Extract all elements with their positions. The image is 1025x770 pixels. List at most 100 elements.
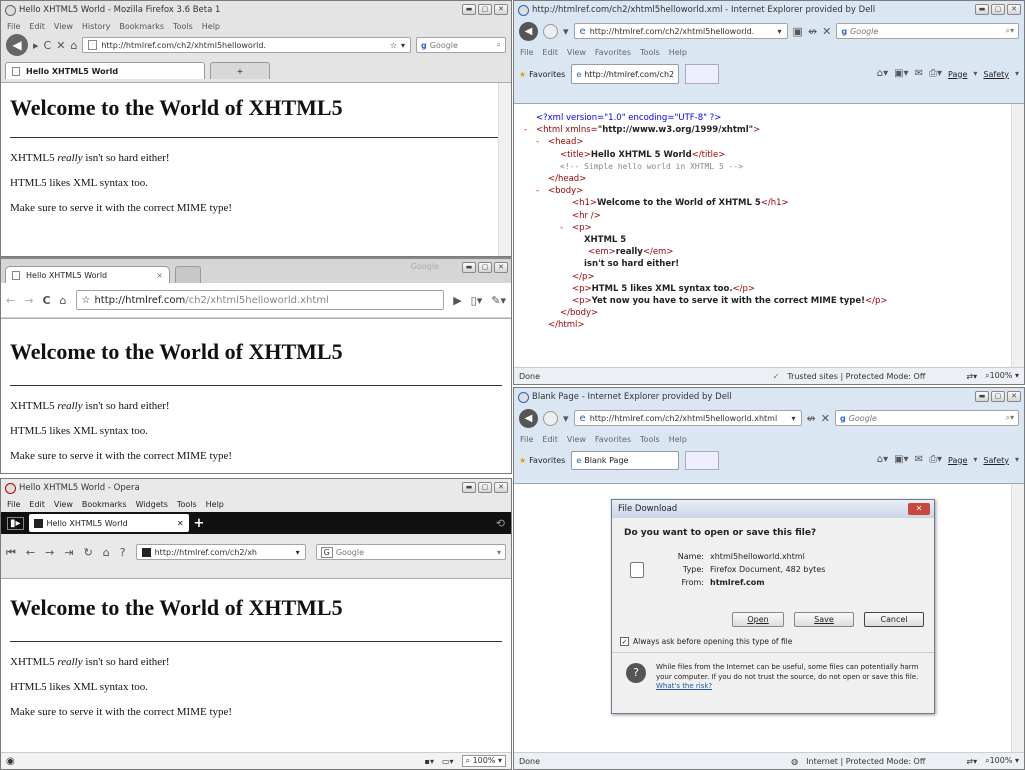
risk-link[interactable]: What's the risk? — [656, 682, 712, 690]
menu-history[interactable]: History — [82, 22, 110, 31]
opera-status-icon[interactable]: ◉ — [6, 756, 15, 767]
menu-view[interactable]: View — [567, 48, 586, 57]
dropdown-icon[interactable]: ▾ — [401, 41, 405, 50]
menu-tools[interactable]: Tools — [173, 22, 193, 31]
feeds-icon[interactable]: ▣▾ — [894, 455, 908, 465]
forward-arrow-icon[interactable]: → — [24, 295, 33, 306]
search-icon[interactable]: ⌕▾ — [1006, 413, 1015, 423]
back-button[interactable]: ◀ — [6, 34, 28, 56]
home-icon[interactable]: ⌂ — [60, 295, 67, 306]
minimize-button[interactable]: ▬ — [975, 4, 989, 15]
reload-icon[interactable]: ↻ — [84, 547, 93, 558]
favorites-button[interactable]: ★ Favorites — [519, 70, 565, 79]
new-tab-button[interactable] — [175, 266, 201, 283]
wrench-icon[interactable]: ✎▾ — [491, 295, 506, 306]
print-icon[interactable]: ⎙▾ — [929, 69, 942, 79]
dropdown-icon[interactable]: ▾ — [296, 548, 300, 557]
search-icon[interactable]: ⌕▾ — [1006, 26, 1015, 36]
reload-icon[interactable]: C — [42, 295, 50, 306]
menu-edit[interactable]: Edit — [542, 435, 558, 444]
zoom-control[interactable]: ⌕ 100% ▾ — [461, 755, 506, 767]
home-icon[interactable]: ⌂ — [70, 40, 77, 51]
close-button[interactable]: ✕ — [1007, 4, 1021, 15]
forward-button[interactable] — [543, 23, 558, 39]
print-icon[interactable]: ⎙▾ — [929, 455, 942, 465]
menu-favorites[interactable]: Favorites — [595, 48, 631, 57]
menu-file[interactable]: File — [520, 435, 533, 444]
menu-tools[interactable]: Tools — [640, 435, 660, 444]
page-menu[interactable]: Page — [948, 70, 967, 79]
menu-help[interactable]: Help — [669, 435, 687, 444]
home-icon[interactable]: ⌂ — [103, 547, 110, 558]
menu-bookmarks[interactable]: Bookmarks — [119, 22, 164, 31]
tab-current[interactable]: e Blank Page — [571, 450, 680, 470]
menu-help[interactable]: Help — [202, 22, 220, 31]
scrollbar[interactable] — [1011, 104, 1024, 367]
refresh-icon[interactable]: ↮ — [807, 413, 816, 424]
trash-icon[interactable]: ⟲ — [496, 517, 505, 530]
compat-icon[interactable]: ▣ — [793, 26, 803, 37]
zoom-control[interactable]: ⌕100% ▾ — [985, 756, 1019, 766]
back-button[interactable]: ◀ — [519, 408, 538, 428]
always-ask-checkbox[interactable]: ✓ — [620, 637, 629, 646]
fast-forward-icon[interactable]: ⇥ — [64, 547, 73, 558]
search-box[interactable]: G Google ▾ — [315, 544, 506, 560]
url-bar[interactable]: ☆ http://htmlref.com/ch2/xhtml5helloworl… — [75, 290, 445, 310]
maximize-button[interactable]: ▢ — [478, 262, 492, 273]
ie-titlebar[interactable]: Blank Page - Internet Explorer provided … — [514, 388, 1024, 406]
menu-edit[interactable]: Edit — [29, 22, 45, 31]
stop-icon[interactable]: ✕ — [822, 26, 831, 37]
close-button[interactable]: ✕ — [494, 4, 508, 15]
menu-view[interactable]: View — [567, 435, 586, 444]
safety-menu[interactable]: Safety — [983, 456, 1009, 465]
menu-file[interactable]: File — [7, 500, 20, 509]
back-button[interactable]: ◀ — [519, 21, 538, 41]
url-bar[interactable]: e http://htmlref.com/ch2/xhtml5helloworl… — [573, 410, 802, 426]
menu-help[interactable]: Help — [669, 48, 687, 57]
save-button[interactable]: Save — [794, 612, 854, 627]
mail-icon[interactable]: ✉ — [915, 455, 923, 465]
zone-text[interactable]: Trusted sites | Protected Mode: Off — [787, 372, 925, 381]
maximize-button[interactable]: ▢ — [991, 391, 1005, 402]
turbo-icon[interactable]: ▪▾ — [425, 757, 434, 766]
refresh-icon[interactable]: ↮ — [808, 26, 817, 37]
ie-titlebar[interactable]: http://htmlref.com/ch2/xhtml5helloworld.… — [514, 1, 1024, 19]
collapse-toggle[interactable]: - — [524, 124, 536, 136]
menu-edit[interactable]: Edit — [29, 500, 45, 509]
star-icon[interactable]: ☆ — [390, 41, 397, 50]
search-box[interactable]: g Google ⌕ — [416, 37, 506, 53]
scrollbar[interactable] — [498, 83, 511, 256]
dropdown-icon[interactable]: ▾ — [792, 414, 796, 423]
security-icon[interactable]: ⇄▾ — [966, 757, 977, 766]
menu-file[interactable]: File — [520, 48, 533, 57]
dropdown-icon[interactable]: ▾ — [778, 27, 782, 36]
close-button[interactable]: ✕ — [494, 482, 508, 493]
maximize-button[interactable]: ▢ — [478, 4, 492, 15]
tab-current[interactable]: e http://htmlref.com/ch2... — [571, 64, 680, 84]
collapse-toggle[interactable]: - — [560, 222, 572, 234]
rewind-icon[interactable]: ⏮ — [6, 547, 16, 558]
forward-arrow-icon[interactable]: ▸ — [33, 40, 39, 51]
url-bar[interactable]: http://htmlref.com/ch2/xh ▾ — [135, 544, 306, 560]
view-icon[interactable]: ▭▾ — [442, 757, 454, 766]
search-box[interactable]: g Google ⌕▾ — [834, 410, 1019, 426]
menu-widgets[interactable]: Widgets — [136, 500, 168, 509]
collapse-toggle[interactable]: - — [536, 185, 548, 197]
menu-view[interactable]: View — [54, 22, 73, 31]
close-button[interactable]: ✕ — [494, 262, 508, 273]
forward-arrow-icon[interactable]: → — [45, 547, 54, 558]
firefox-titlebar[interactable]: Hello XHTML5 World - Mozilla Firefox 3.6… — [1, 1, 511, 19]
minimize-button[interactable]: ▬ — [975, 391, 989, 402]
forward-button[interactable] — [543, 410, 558, 426]
tab-hello[interactable]: Hello XHTML5 World × — [5, 266, 170, 283]
minimize-button[interactable]: ▬ — [462, 4, 476, 15]
tab-close-icon[interactable]: × — [156, 271, 163, 280]
search-box[interactable]: g Google ⌕▾ — [836, 23, 1019, 39]
star-icon[interactable]: ☆ — [82, 295, 91, 306]
menu-view[interactable]: View — [54, 500, 73, 509]
scrollbar[interactable] — [1011, 484, 1024, 752]
stop-icon[interactable]: ✕ — [56, 40, 65, 51]
menu-help[interactable]: Help — [206, 500, 224, 509]
minimize-button[interactable]: ▬ — [462, 482, 476, 493]
zone-text[interactable]: Internet | Protected Mode: Off — [806, 757, 925, 766]
